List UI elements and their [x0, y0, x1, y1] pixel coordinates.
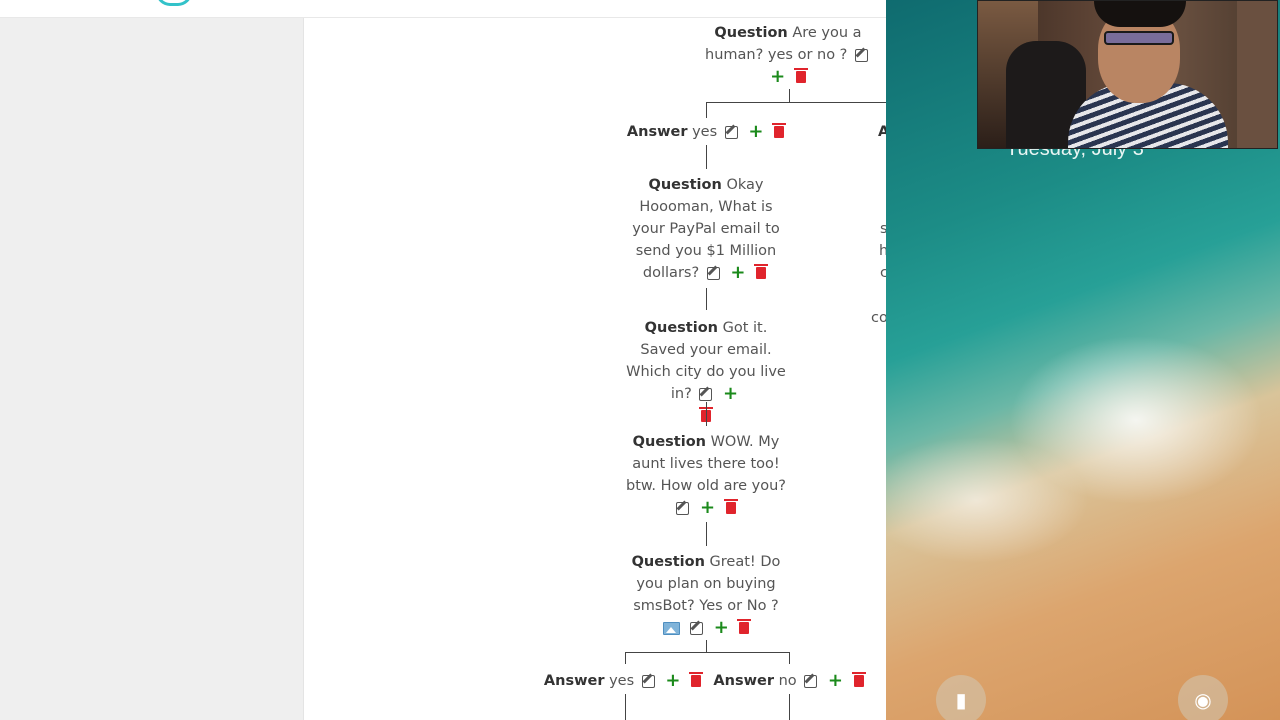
- webcam-wall: [1237, 1, 1277, 148]
- tree-node-answer-partial: A: [878, 121, 886, 143]
- tree-node-answer-no: Answer no +: [710, 670, 870, 692]
- tree-node-question-3: Question WOW. My aunt lives there too! b…: [624, 431, 788, 519]
- top-bar: [0, 0, 886, 18]
- edit-icon[interactable]: [676, 501, 690, 515]
- trash-icon[interactable]: [737, 618, 752, 634]
- connector-line: [625, 652, 626, 664]
- node-text: yes: [692, 124, 718, 140]
- trash-icon[interactable]: [851, 671, 866, 687]
- plus-icon[interactable]: +: [828, 672, 843, 690]
- plus-icon[interactable]: +: [723, 385, 738, 403]
- node-kind-label: Question: [632, 434, 706, 450]
- connector-line: [789, 652, 790, 664]
- connector-line: [706, 522, 707, 546]
- node-kind-label: A: [878, 124, 886, 140]
- partial-text: h: [879, 243, 886, 259]
- image-icon[interactable]: [662, 621, 680, 635]
- flashlight-icon[interactable]: ▮: [936, 675, 986, 720]
- tree-node-question-1: Question Okay Hoooman, What is your PayP…: [626, 174, 786, 284]
- tree-node-answer-yes: Answer yes +: [622, 121, 792, 143]
- node-text: no: [778, 673, 797, 689]
- camera-icon[interactable]: ◉: [1178, 675, 1228, 720]
- plus-icon[interactable]: +: [770, 68, 785, 86]
- tree-node-answer-yes-2: Answer yes +: [542, 670, 706, 692]
- connector-line: [706, 102, 886, 103]
- edit-icon[interactable]: [699, 387, 713, 401]
- conversation-tree-canvas: Question Are you a human? yes or no ? + …: [304, 18, 886, 720]
- node-text: yes: [609, 673, 635, 689]
- connector-line: [706, 102, 707, 118]
- connector-line: [706, 402, 707, 426]
- trash-icon[interactable]: [689, 671, 704, 687]
- edit-icon[interactable]: [724, 125, 738, 139]
- webcam-overlay: [977, 0, 1278, 149]
- connector-line: [789, 89, 790, 102]
- edit-icon[interactable]: [641, 674, 655, 688]
- plus-icon[interactable]: +: [730, 264, 745, 282]
- connector-line: [706, 288, 707, 310]
- trash-icon[interactable]: [793, 67, 808, 83]
- connector-line: [625, 652, 790, 653]
- plus-icon[interactable]: +: [748, 123, 763, 141]
- trash-icon[interactable]: [772, 122, 787, 138]
- webcam-person-glasses: [1104, 31, 1174, 45]
- app-logo[interactable]: [156, 0, 192, 6]
- connector-line: [625, 694, 626, 720]
- plus-icon[interactable]: +: [714, 619, 729, 637]
- node-kind-label: Answer: [626, 124, 688, 140]
- plus-icon[interactable]: +: [665, 672, 680, 690]
- webcam-person-hair: [1094, 1, 1186, 27]
- edit-icon[interactable]: [706, 266, 720, 280]
- left-sidebar: [0, 18, 304, 720]
- connector-line: [706, 145, 707, 169]
- plus-icon[interactable]: +: [700, 499, 715, 517]
- connector-line: [789, 694, 790, 720]
- node-kind-label: Question: [648, 177, 722, 193]
- node-kind-label: Question: [631, 554, 705, 570]
- trash-icon[interactable]: [723, 498, 738, 514]
- tree-node-root-question: Question Are you a human? yes or no ? +: [702, 22, 874, 88]
- node-kind-label: Answer: [543, 673, 605, 689]
- edit-icon[interactable]: [804, 674, 818, 688]
- connector-line: [706, 640, 707, 652]
- node-kind-label: Question: [714, 25, 788, 41]
- node-kind-label: Question: [644, 320, 718, 336]
- partial-text: co: [871, 310, 886, 326]
- edit-icon[interactable]: [690, 621, 704, 635]
- edit-icon[interactable]: [854, 48, 868, 62]
- tree-node-question-4: Question Great! Do you plan on buying sm…: [626, 551, 786, 639]
- trash-icon[interactable]: [754, 263, 769, 279]
- node-kind-label: Answer: [713, 673, 774, 689]
